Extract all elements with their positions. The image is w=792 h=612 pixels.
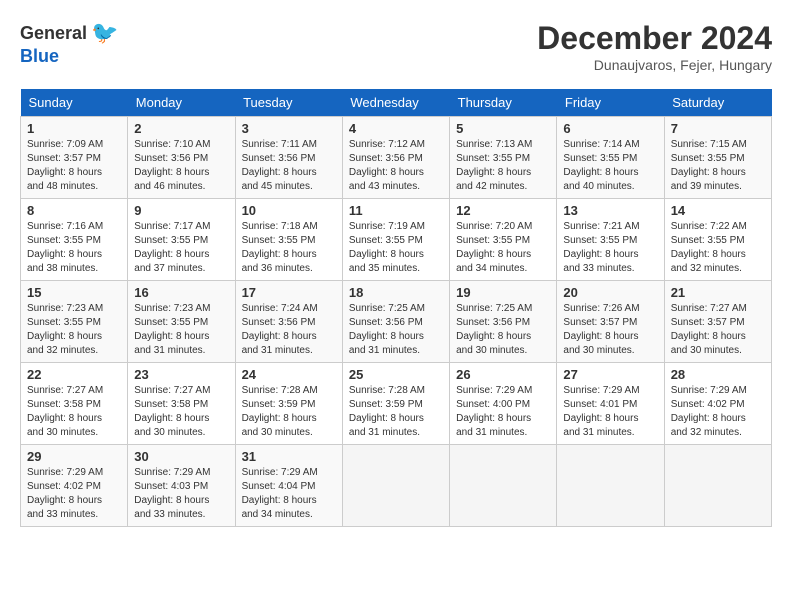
calendar-week-5: 29Sunrise: 7:29 AM Sunset: 4:02 PM Dayli… [21,445,772,527]
col-sunday: Sunday [21,89,128,117]
logo: General 🐦 Blue [20,20,118,67]
table-row: 24Sunrise: 7:28 AM Sunset: 3:59 PM Dayli… [235,363,342,445]
table-row [450,445,557,527]
table-row: 10Sunrise: 7:18 AM Sunset: 3:55 PM Dayli… [235,199,342,281]
calendar-header-row: Sunday Monday Tuesday Wednesday Thursday… [21,89,772,117]
calendar-week-3: 15Sunrise: 7:23 AM Sunset: 3:55 PM Dayli… [21,281,772,363]
table-row: 27Sunrise: 7:29 AM Sunset: 4:01 PM Dayli… [557,363,664,445]
table-row: 21Sunrise: 7:27 AM Sunset: 3:57 PM Dayli… [664,281,771,363]
calendar-week-2: 8Sunrise: 7:16 AM Sunset: 3:55 PM Daylig… [21,199,772,281]
table-row: 12Sunrise: 7:20 AM Sunset: 3:55 PM Dayli… [450,199,557,281]
table-row: 14Sunrise: 7:22 AM Sunset: 3:55 PM Dayli… [664,199,771,281]
table-row: 5Sunrise: 7:13 AM Sunset: 3:55 PM Daylig… [450,117,557,199]
table-row: 4Sunrise: 7:12 AM Sunset: 3:56 PM Daylig… [342,117,449,199]
logo-bird-icon: 🐦 [91,20,118,46]
table-row: 15Sunrise: 7:23 AM Sunset: 3:55 PM Dayli… [21,281,128,363]
table-row: 9Sunrise: 7:17 AM Sunset: 3:55 PM Daylig… [128,199,235,281]
col-thursday: Thursday [450,89,557,117]
table-row [342,445,449,527]
col-monday: Monday [128,89,235,117]
table-row: 7Sunrise: 7:15 AM Sunset: 3:55 PM Daylig… [664,117,771,199]
logo-blue-text: Blue [20,46,59,67]
col-saturday: Saturday [664,89,771,117]
table-row: 16Sunrise: 7:23 AM Sunset: 3:55 PM Dayli… [128,281,235,363]
table-row: 30Sunrise: 7:29 AM Sunset: 4:03 PM Dayli… [128,445,235,527]
table-row: 26Sunrise: 7:29 AM Sunset: 4:00 PM Dayli… [450,363,557,445]
table-row: 1Sunrise: 7:09 AM Sunset: 3:57 PM Daylig… [21,117,128,199]
location-subtitle: Dunaujvaros, Fejer, Hungary [537,57,772,73]
col-friday: Friday [557,89,664,117]
table-row: 18Sunrise: 7:25 AM Sunset: 3:56 PM Dayli… [342,281,449,363]
table-row: 8Sunrise: 7:16 AM Sunset: 3:55 PM Daylig… [21,199,128,281]
col-wednesday: Wednesday [342,89,449,117]
table-row: 23Sunrise: 7:27 AM Sunset: 3:58 PM Dayli… [128,363,235,445]
calendar-week-4: 22Sunrise: 7:27 AM Sunset: 3:58 PM Dayli… [21,363,772,445]
table-row: 22Sunrise: 7:27 AM Sunset: 3:58 PM Dayli… [21,363,128,445]
calendar-week-1: 1Sunrise: 7:09 AM Sunset: 3:57 PM Daylig… [21,117,772,199]
month-title: December 2024 [537,20,772,57]
table-row: 19Sunrise: 7:25 AM Sunset: 3:56 PM Dayli… [450,281,557,363]
col-tuesday: Tuesday [235,89,342,117]
title-section: December 2024 Dunaujvaros, Fejer, Hungar… [537,20,772,73]
table-row: 3Sunrise: 7:11 AM Sunset: 3:56 PM Daylig… [235,117,342,199]
table-row: 17Sunrise: 7:24 AM Sunset: 3:56 PM Dayli… [235,281,342,363]
table-row: 28Sunrise: 7:29 AM Sunset: 4:02 PM Dayli… [664,363,771,445]
table-row [557,445,664,527]
logo-general-text: General [20,23,87,44]
page-header: General 🐦 Blue December 2024 Dunaujvaros… [20,20,772,73]
calendar-table: Sunday Monday Tuesday Wednesday Thursday… [20,89,772,527]
table-row: 25Sunrise: 7:28 AM Sunset: 3:59 PM Dayli… [342,363,449,445]
table-row: 29Sunrise: 7:29 AM Sunset: 4:02 PM Dayli… [21,445,128,527]
table-row: 2Sunrise: 7:10 AM Sunset: 3:56 PM Daylig… [128,117,235,199]
table-row: 6Sunrise: 7:14 AM Sunset: 3:55 PM Daylig… [557,117,664,199]
table-row: 20Sunrise: 7:26 AM Sunset: 3:57 PM Dayli… [557,281,664,363]
table-row: 11Sunrise: 7:19 AM Sunset: 3:55 PM Dayli… [342,199,449,281]
table-row [664,445,771,527]
table-row: 13Sunrise: 7:21 AM Sunset: 3:55 PM Dayli… [557,199,664,281]
table-row: 31Sunrise: 7:29 AM Sunset: 4:04 PM Dayli… [235,445,342,527]
